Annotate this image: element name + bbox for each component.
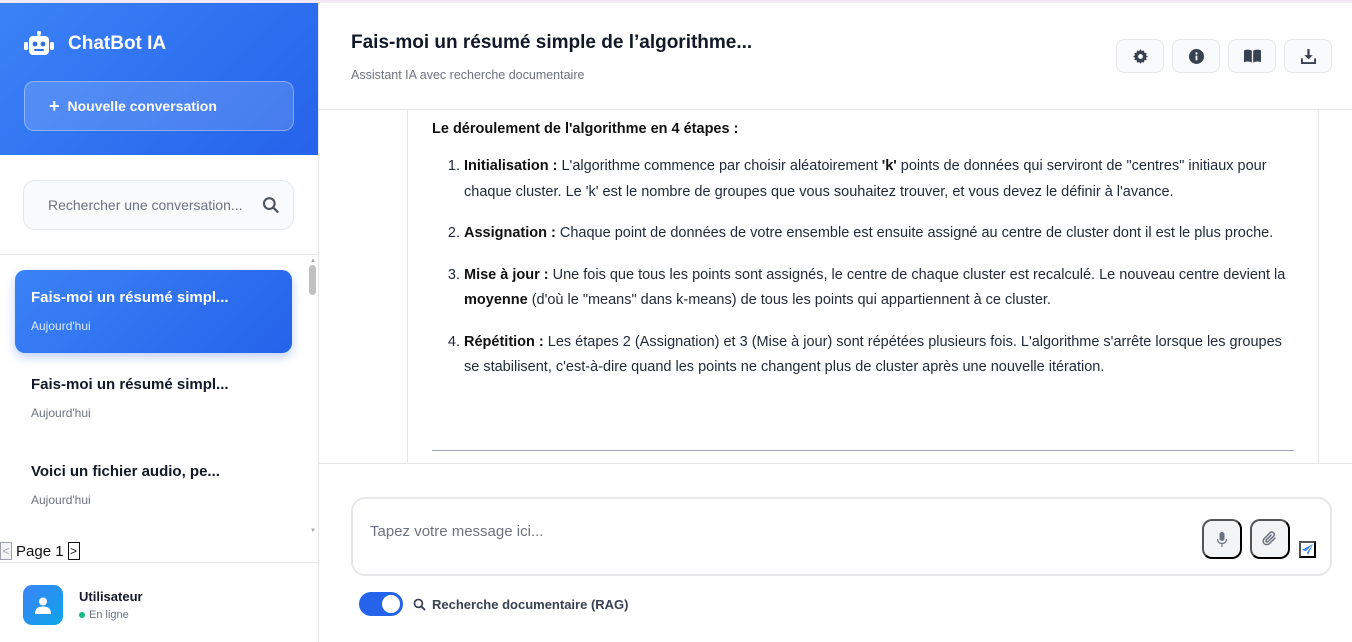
microphone-icon — [1217, 531, 1227, 547]
online-dot — [79, 612, 85, 618]
attach-button[interactable] — [1250, 519, 1290, 559]
toggle-knob — [382, 595, 400, 613]
step-text: Une fois que tous les points sont assign… — [548, 266, 1286, 283]
divider — [432, 450, 1294, 451]
rag-toggle[interactable] — [359, 592, 403, 616]
user-name: Utilisateur — [79, 589, 143, 604]
scroll-down-arrow[interactable]: ▼ — [310, 528, 316, 534]
book-icon — [1243, 49, 1261, 63]
step-term: Répétition : — [464, 333, 544, 350]
next-page-button[interactable]: > — [67, 542, 80, 560]
brand: ChatBot IA — [24, 29, 294, 59]
conversation-title: Fais-moi un résumé simpl... — [31, 376, 229, 393]
conversation-item-active[interactable]: Fais-moi un résumé simpl... Aujourd'hui — [15, 270, 292, 353]
scroll-up-arrow[interactable]: ▲ — [310, 258, 316, 264]
chat-main: Fais-moi un résumé simple de l’algorithm… — [319, 3, 1352, 642]
new-conversation-label: Nouvelle conversation — [67, 98, 217, 114]
page-label: Page 1 — [16, 542, 64, 560]
search-input[interactable] — [48, 197, 262, 213]
download-button[interactable] — [1284, 39, 1332, 73]
step-emphasis: moyenne — [464, 292, 528, 308]
user-icon — [35, 597, 51, 614]
conversation-item[interactable]: Voici un fichier audio, pe... Aujourd'hu… — [15, 444, 292, 527]
list-item: Répétition : Les étapes 2 (Assignation) … — [464, 330, 1294, 381]
divider — [319, 463, 1352, 464]
gear-icon — [1132, 48, 1148, 64]
message-heading: Le déroulement de l'algorithme en 4 étap… — [432, 121, 739, 137]
list-item: Mise à jour : Une fois que tous les poin… — [464, 263, 1294, 314]
sidebar-scrollbar[interactable] — [309, 265, 316, 295]
conversation-title: Fais-moi un résumé simpl... — [31, 289, 229, 306]
download-icon — [1300, 48, 1316, 64]
list-item: Assignation : Chaque point de données de… — [464, 221, 1294, 247]
message-area: Le déroulement de l'algorithme en 4 étap… — [319, 110, 1352, 463]
user-status-label: En ligne — [89, 609, 129, 621]
settings-button[interactable] — [1116, 39, 1164, 73]
robot-icon — [24, 31, 54, 55]
paperclip-icon — [1262, 531, 1276, 546]
rag-label: Recherche documentaire (RAG) — [432, 596, 629, 612]
documentation-button[interactable] — [1228, 39, 1276, 73]
step-term: Initialisation : — [464, 158, 558, 174]
user-profile[interactable]: Utilisateur En ligne — [23, 585, 143, 625]
message-composer — [351, 497, 1332, 576]
info-button[interactable] — [1172, 39, 1220, 73]
conversation-list: Fais-moi un résumé simpl... Aujourd'hui … — [0, 255, 318, 535]
brand-title: ChatBot IA — [68, 33, 167, 54]
assistant-message: Le déroulement de l'algorithme en 4 étap… — [407, 110, 1319, 463]
conversation-date: Aujourd'hui — [31, 319, 91, 333]
send-icon — [1301, 543, 1314, 556]
divider — [0, 562, 318, 563]
voice-button[interactable] — [1202, 519, 1242, 559]
header-actions — [1116, 39, 1332, 73]
sidebar: ChatBot IA + Nouvelle conversation Fais-… — [0, 3, 319, 642]
app-window: ChatBot IA + Nouvelle conversation Fais-… — [0, 0, 1352, 642]
prev-page-button[interactable]: < — [0, 542, 12, 560]
info-icon — [1188, 48, 1204, 64]
step-text: Chaque point de données de votre ensembl… — [555, 225, 1274, 241]
chat-header: Fais-moi un résumé simple de l’algorithm… — [319, 3, 1352, 110]
avatar — [23, 585, 63, 625]
step-emphasis: 'k' — [881, 158, 897, 174]
step-term: Assignation : — [464, 225, 556, 241]
step-text: L'algorithme commence par choisir aléato… — [557, 158, 882, 174]
sidebar-header: ChatBot IA + Nouvelle conversation — [0, 3, 318, 155]
message-input[interactable] — [370, 523, 1170, 547]
search-icon[interactable] — [262, 196, 279, 214]
search-icon — [413, 598, 426, 610]
conversation-title: Voici un fichier audio, pe... — [31, 463, 220, 480]
step-text: (d'où le "means" dans k-means) de tous l… — [527, 292, 1051, 308]
conversation-search — [23, 180, 294, 230]
step-text: Les étapes 2 (Assignation) et 3 (Mise à … — [464, 333, 1282, 376]
rag-toggle-row: Recherche documentaire (RAG) — [359, 592, 629, 616]
conversation-item[interactable]: Fais-moi un résumé simpl... Aujourd'hui — [15, 357, 292, 440]
pagination: < Page 1 > — [0, 541, 80, 561]
plus-icon: + — [49, 96, 60, 116]
send-button[interactable] — [1299, 541, 1316, 558]
step-term: Mise à jour : — [464, 266, 549, 283]
conversation-date: Aujourd'hui — [31, 493, 91, 507]
user-status: En ligne — [79, 609, 143, 621]
list-item: Initialisation : L'algorithme commence p… — [464, 154, 1294, 205]
new-conversation-button[interactable]: + Nouvelle conversation — [24, 81, 294, 131]
steps-list: Initialisation : L'algorithme commence p… — [464, 154, 1294, 381]
conversation-date: Aujourd'hui — [31, 406, 91, 420]
